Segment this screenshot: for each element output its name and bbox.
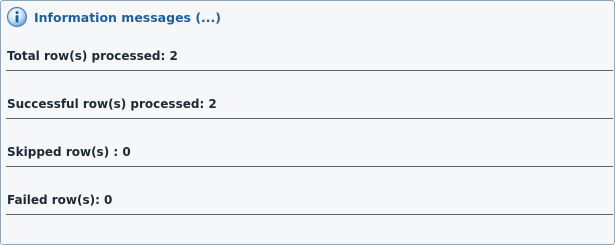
- row-divider: [6, 70, 613, 71]
- row-divider: [6, 166, 613, 167]
- successful-rows-message: Successful row(s) processed: 2: [7, 97, 217, 111]
- info-icon: [6, 6, 28, 28]
- message-row: Failed row(s): 0: [1, 184, 613, 232]
- skipped-rows-message: Skipped row(s) : 0: [7, 145, 131, 159]
- failed-rows-message: Failed row(s): 0: [7, 193, 113, 207]
- panel-header[interactable]: Information messages (...): [6, 6, 221, 28]
- total-rows-message: Total row(s) processed: 2: [7, 49, 178, 63]
- row-divider: [6, 214, 613, 215]
- message-row: Successful row(s) processed: 2: [1, 88, 613, 136]
- message-row: Total row(s) processed: 2: [1, 40, 613, 88]
- row-divider: [6, 118, 613, 119]
- panel-title: Information messages (...): [34, 9, 222, 25]
- message-list: Total row(s) processed: 2 Successful row…: [1, 40, 613, 232]
- message-row: Skipped row(s) : 0: [1, 136, 613, 184]
- information-messages-panel: Information messages (...) Total row(s) …: [0, 0, 615, 245]
